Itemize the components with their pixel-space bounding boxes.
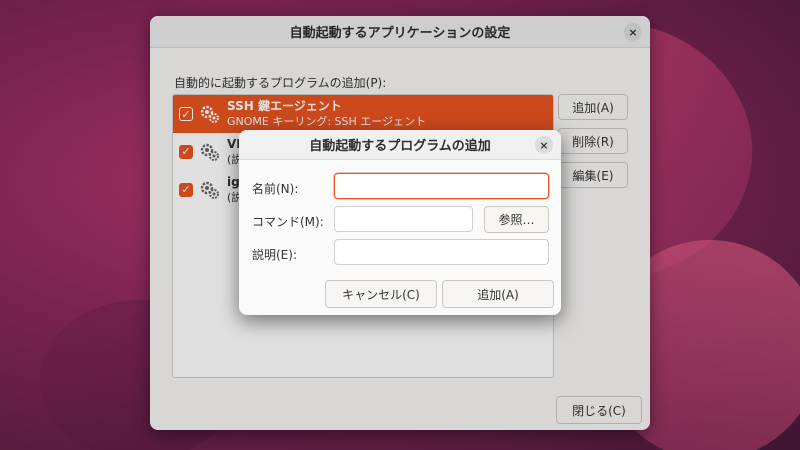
close-button[interactable]: 閉じる(C) [556,396,642,424]
description-label: 説明(E): [252,248,297,262]
command-label: コマンド(M): [252,215,324,229]
enabled-checkbox[interactable]: ✓ [179,107,193,121]
program-name: SSH 鍵エージェント [227,99,342,113]
list-item[interactable]: ✓ SSH 鍵エージェント GNOME キーリング: SSH エージェント [173,95,553,133]
name-label: 名前(N): [252,182,299,196]
close-icon: × [539,138,549,152]
gear-icon [200,181,219,199]
edit-button[interactable]: 編集(E) [558,162,628,188]
enabled-checkbox[interactable]: ✓ [179,145,193,159]
window-title: 自動起動するアプリケーションの設定 [289,26,511,41]
description-input[interactable] [334,239,549,265]
remove-button[interactable]: 削除(R) [558,128,628,154]
program-description: GNOME キーリング: SSH エージェント [227,115,427,128]
dialog-close-button[interactable]: × [535,136,553,154]
window-close-button[interactable]: × [624,23,642,41]
add-button[interactable]: 追加(A) [558,94,628,120]
add-program-dialog: 自動起動するプログラムの追加 × 名前(N): コマンド(M): 参照… 説明(… [239,130,561,315]
enabled-checkbox[interactable]: ✓ [179,183,193,197]
add-confirm-button[interactable]: 追加(A) [442,280,554,308]
program-list-label: 自動的に起動するプログラムの追加(P): [174,76,387,90]
dialog-titlebar: 自動起動するプログラムの追加 × [239,130,561,160]
command-input[interactable] [334,206,473,232]
close-icon: × [628,25,638,39]
cancel-button[interactable]: キャンセル(C) [325,280,437,308]
gear-icon [200,105,219,123]
name-input[interactable] [334,173,549,199]
gear-icon [200,143,219,161]
window-titlebar: 自動起動するアプリケーションの設定 × [150,16,650,48]
dialog-title: 自動起動するプログラムの追加 [309,139,491,154]
browse-button[interactable]: 参照… [484,206,549,233]
